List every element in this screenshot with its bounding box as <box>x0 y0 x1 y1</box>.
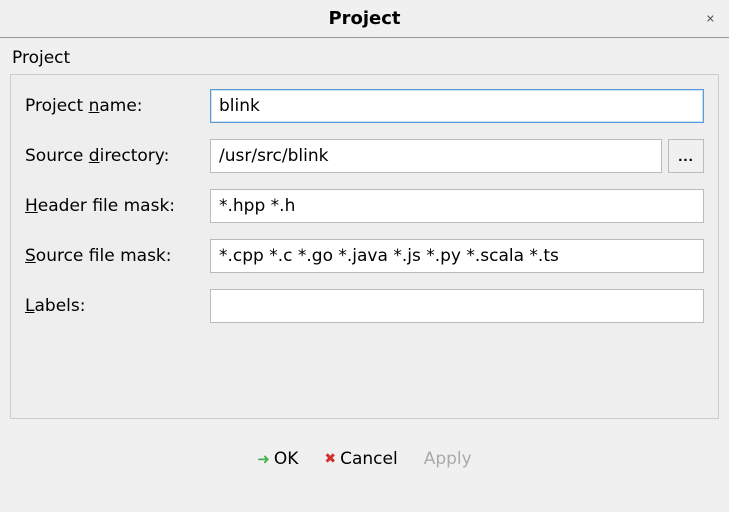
label-source-directory: Source directory: <box>25 146 210 166</box>
row-project-name: Project name: <box>25 89 704 123</box>
label-labels: Labels: <box>25 296 210 316</box>
close-icon[interactable]: ✕ <box>702 10 719 27</box>
group-title: Project <box>10 48 719 68</box>
label-source-mask: Source file mask: <box>25 246 210 266</box>
cancel-icon: ✖ <box>324 451 336 467</box>
labels-input[interactable] <box>210 289 704 323</box>
label-project-name: Project name: <box>25 96 210 116</box>
button-bar: ➜ OK ✖ Cancel Apply <box>10 419 719 473</box>
apply-button-label: Apply <box>424 449 472 469</box>
row-labels: Labels: <box>25 289 704 323</box>
ok-button-label: OK <box>274 449 299 469</box>
source-mask-input[interactable] <box>210 239 704 273</box>
label-header-mask: Header file mask: <box>25 196 210 216</box>
ok-icon: ➜ <box>257 450 270 468</box>
row-source-directory: Source directory: ... <box>25 139 704 173</box>
window-title: Project <box>328 8 400 29</box>
row-header-mask: Header file mask: <box>25 189 704 223</box>
source-directory-input[interactable] <box>210 139 662 173</box>
browse-button[interactable]: ... <box>668 139 704 173</box>
project-group: Project name: Source directory: ... Head… <box>10 74 719 419</box>
cancel-button[interactable]: ✖ Cancel <box>322 445 399 473</box>
row-source-mask: Source file mask: <box>25 239 704 273</box>
ok-button[interactable]: ➜ OK <box>255 445 300 473</box>
dialog-content: Project Project name: Source directory: … <box>0 38 729 473</box>
project-name-input[interactable] <box>210 89 704 123</box>
cancel-button-label: Cancel <box>340 449 398 469</box>
header-mask-input[interactable] <box>210 189 704 223</box>
apply-button: Apply <box>422 445 474 473</box>
titlebar: Project ✕ <box>0 0 729 38</box>
